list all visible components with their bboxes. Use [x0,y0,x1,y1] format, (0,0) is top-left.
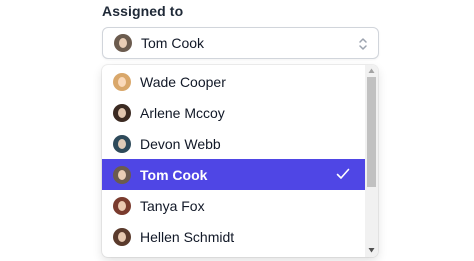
option-arlene-mccoy[interactable]: Arlene Mccoy [102,97,365,128]
option-label: Tom Cook [140,166,208,183]
option-devon-webb[interactable]: Devon Webb [102,128,365,159]
field-label: Assigned to [102,3,184,19]
scrollbar-thumb[interactable] [367,77,376,187]
avatar-hellen-schmidt-icon [113,227,131,246]
option-tom-cook[interactable]: Tom Cook [102,159,365,190]
scroll-up-arrow-icon[interactable] [368,68,375,74]
option-label: Hellen Schmidt [140,228,235,245]
scroll-down-arrow-icon[interactable] [368,247,375,253]
assignee-select-button[interactable]: Tom Cook [102,27,379,59]
avatar-tom-cook-icon [114,34,132,52]
listbox-scrollbar[interactable] [365,65,378,257]
option-hellen-schmidt[interactable]: Hellen Schmidt [102,221,365,252]
options-list: Wade Cooper Arlene Mccoy Devon Webb Tom … [102,65,365,252]
avatar-tom-cook-icon [113,165,131,184]
chevron-up-down-icon [359,38,367,50]
option-tanya-fox[interactable]: Tanya Fox [102,190,365,221]
option-wade-cooper[interactable]: Wade Cooper [102,66,365,97]
selected-assignee-name: Tom Cook [141,35,205,51]
avatar-devon-webb-icon [113,134,131,153]
checkmark-icon [336,168,350,179]
option-label: Devon Webb [140,135,221,152]
avatar-arlene-mccoy-icon [113,103,131,122]
option-label: Wade Cooper [140,73,226,90]
option-label: Tanya Fox [140,197,205,214]
assignee-listbox[interactable]: Wade Cooper Arlene Mccoy Devon Webb Tom … [102,65,378,257]
avatar-tanya-fox-icon [113,196,131,215]
option-label: Arlene Mccoy [140,104,225,121]
avatar-wade-cooper-icon [113,72,131,91]
